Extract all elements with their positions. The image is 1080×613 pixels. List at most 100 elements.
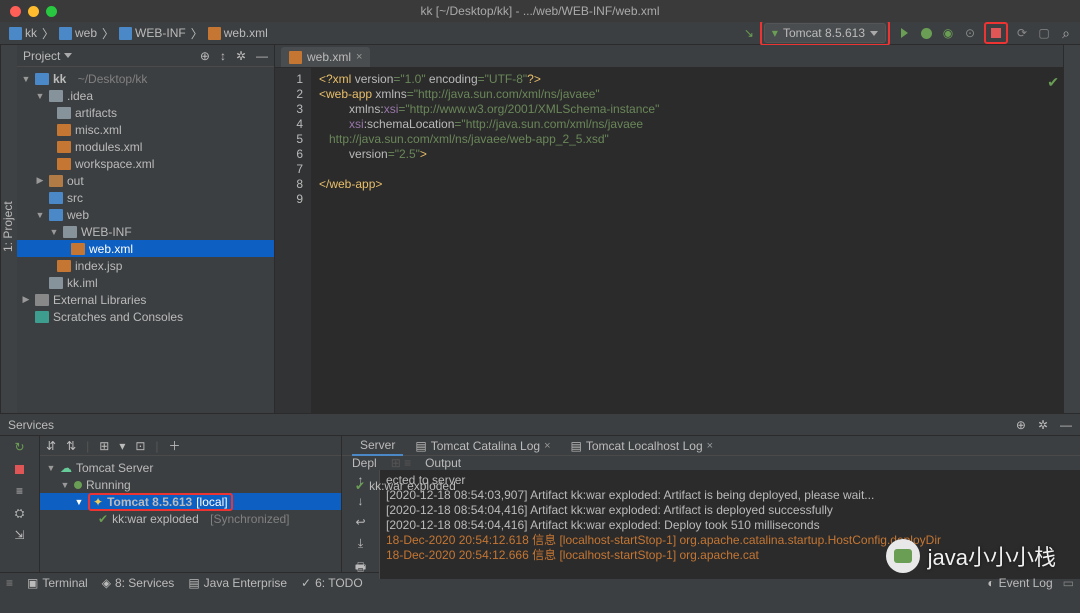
filter-icon[interactable]: ≡	[13, 484, 27, 498]
pin-icon[interactable]: ⇲	[13, 528, 27, 542]
services-button[interactable]: ◈8: Services	[102, 576, 175, 590]
tab-server[interactable]: Server	[352, 436, 403, 456]
tree-row[interactable]: ▼WEB-INF	[17, 223, 274, 240]
tree-row[interactable]: ▶out	[17, 172, 274, 189]
tree-row[interactable]: workspace.xml	[17, 155, 274, 172]
debug-button[interactable]	[918, 25, 934, 41]
inspection-ok-icon: ✔	[1047, 74, 1059, 91]
close-window-button[interactable]	[10, 6, 21, 17]
breadcrumb[interactable]: WEB-INF	[116, 25, 189, 41]
select-opened-icon[interactable]: ⊕	[200, 49, 210, 63]
services-title: Services	[8, 418, 54, 432]
build-icon[interactable]: ↘	[744, 26, 754, 40]
gear-icon[interactable]: ✲	[236, 49, 246, 63]
hide-icon[interactable]: —	[256, 49, 268, 63]
tree-row[interactable]: modules.xml	[17, 138, 274, 155]
project-panel-title: Project	[23, 49, 60, 63]
run-button[interactable]	[896, 25, 912, 41]
add-icon[interactable]: ＋	[169, 437, 181, 454]
tab-catalina-log[interactable]: ▤Tomcat Catalina Log×	[407, 437, 558, 455]
profile-button[interactable]: ⊙	[962, 25, 978, 41]
running-status-icon	[74, 481, 82, 489]
left-tool-strip[interactable]: 1: Project	[0, 45, 17, 413]
editor-tab[interactable]: web.xml ×	[281, 47, 370, 67]
rerun-icon[interactable]: ↻	[13, 440, 27, 454]
minimize-window-button[interactable]	[28, 6, 39, 17]
editor-tab-bar: web.xml ×	[275, 45, 1063, 68]
watermark: java小小小栈	[886, 539, 1056, 573]
sub-output[interactable]: Output	[425, 456, 461, 470]
code-content[interactable]: <?xml version="1.0" encoding="UTF-8"?> <…	[311, 68, 1063, 413]
right-tool-strip[interactable]	[1063, 45, 1080, 413]
close-tab-icon[interactable]: ×	[356, 51, 362, 63]
service-row[interactable]: ▼Running	[40, 476, 341, 493]
event-log-button[interactable]: ◐Event Log	[987, 576, 1052, 590]
tree-row[interactable]: artifacts	[17, 104, 274, 121]
tree-row[interactable]: kk.iml	[17, 274, 274, 291]
maximize-window-button[interactable]	[46, 6, 57, 17]
group-icon[interactable]: ⊡	[135, 439, 145, 453]
tree-row[interactable]: ▼web	[17, 206, 274, 223]
expand-all-icon[interactable]: ↕	[220, 49, 226, 63]
service-row[interactable]: ▼☁Tomcat Server	[40, 459, 341, 476]
sub-depl[interactable]: Depl	[352, 456, 377, 470]
window-titlebar: kk [~/Desktop/kk] - .../web/WEB-INF/web.…	[0, 0, 1080, 22]
breadcrumb[interactable]: kk	[6, 25, 40, 41]
scroll-down-icon[interactable]: ↓	[358, 494, 364, 508]
service-row[interactable]: ✔kk:war exploded [Synchronized]	[40, 510, 341, 527]
tree-row[interactable]: Scratches and Consoles	[17, 308, 274, 325]
breadcrumb[interactable]: web.xml	[205, 25, 271, 41]
chevron-down-icon	[870, 31, 878, 36]
select-icon[interactable]: ⊕	[1016, 418, 1026, 432]
watermark-text: java小小小栈	[928, 540, 1056, 572]
breadcrumb[interactable]: web	[56, 25, 100, 41]
editor-area: web.xml × ✔ 123456789 <?xml version="1.0…	[275, 45, 1063, 413]
tree-row[interactable]: misc.xml	[17, 121, 274, 138]
tree-row-selected[interactable]: web.xml	[17, 240, 274, 257]
javaee-button[interactable]: ▤Java Enterprise	[188, 576, 287, 590]
update-button[interactable]: ⟳	[1014, 25, 1030, 41]
stop-icon[interactable]	[13, 462, 27, 476]
tomcat-highlight: ✦ Tomcat 8.5.613 [local]	[88, 493, 233, 511]
tab-localhost-log[interactable]: ▤Tomcat Localhost Log×	[563, 437, 722, 455]
filter-icon[interactable]: ▾	[119, 439, 125, 453]
project-tree[interactable]: ▼kk ~/Desktop/kk ▼.idea artifacts misc.x…	[17, 67, 274, 413]
services-toolbar: ⇵ ⇅ | ⊞ ▾ ⊡ | ＋	[40, 436, 341, 456]
code-editor[interactable]: ✔ 123456789 <?xml version="1.0" encoding…	[275, 68, 1063, 413]
services-gutter: ↻ ≡ ⛭ ⇲	[0, 436, 40, 572]
scroll-end-icon[interactable]: ⤓	[358, 536, 363, 551]
coverage-button[interactable]: ◉	[940, 25, 956, 41]
tree-expand-icon[interactable]: ⇵	[46, 439, 56, 453]
search-icon[interactable]	[1058, 25, 1074, 41]
tree-row[interactable]: ▶External Libraries	[17, 291, 274, 308]
grid-icon[interactable]: ⊞	[99, 439, 109, 453]
navigation-bar: kk 〉 web 〉 WEB-INF 〉 web.xml ↘ ▾ Tomcat …	[0, 22, 1080, 45]
run-config-highlight: ▾ Tomcat 8.5.613	[760, 20, 890, 46]
soft-wrap-icon[interactable]: ↩	[355, 515, 365, 529]
tree-collapse-icon[interactable]: ⇅	[66, 439, 76, 453]
run-config-selector[interactable]: ▾ Tomcat 8.5.613	[764, 23, 886, 43]
tree-row[interactable]: ▼.idea	[17, 87, 274, 104]
editor-tab-label: web.xml	[307, 50, 351, 64]
project-tool-window: Project ⊕ ↕ ✲ — ▼kk ~/Desktop/kk ▼.idea …	[17, 45, 275, 413]
xml-file-icon	[289, 51, 302, 64]
run-config-label: Tomcat 8.5.613	[783, 26, 865, 40]
service-row-selected[interactable]: ▼ ✦ Tomcat 8.5.613 [local]	[40, 493, 341, 510]
memory-indicator[interactable]: ▭	[1063, 576, 1074, 590]
settings-icon[interactable]: ⛭	[13, 506, 27, 520]
layout-button[interactable]: ▢	[1036, 25, 1052, 41]
editor-gutter: 123456789	[275, 68, 311, 413]
todo-button[interactable]: ✓6: TODO	[301, 576, 363, 590]
services-toolwindow-header: Services ⊕ ✲ —	[0, 413, 1080, 436]
stop-button-highlight	[984, 22, 1008, 44]
chevron-down-icon[interactable]	[64, 53, 72, 58]
gear-icon[interactable]: ✲	[1038, 418, 1048, 432]
terminal-button[interactable]: ▣Terminal	[27, 576, 88, 590]
stop-button[interactable]	[988, 25, 1004, 41]
tree-row[interactable]: index.jsp	[17, 257, 274, 274]
hide-icon[interactable]: —	[1060, 418, 1072, 432]
deployment-status: ✔kk:war exploded	[355, 479, 456, 493]
tree-row[interactable]: ▼kk ~/Desktop/kk	[17, 70, 274, 87]
wechat-icon	[886, 539, 920, 573]
tree-row[interactable]: src	[17, 189, 274, 206]
